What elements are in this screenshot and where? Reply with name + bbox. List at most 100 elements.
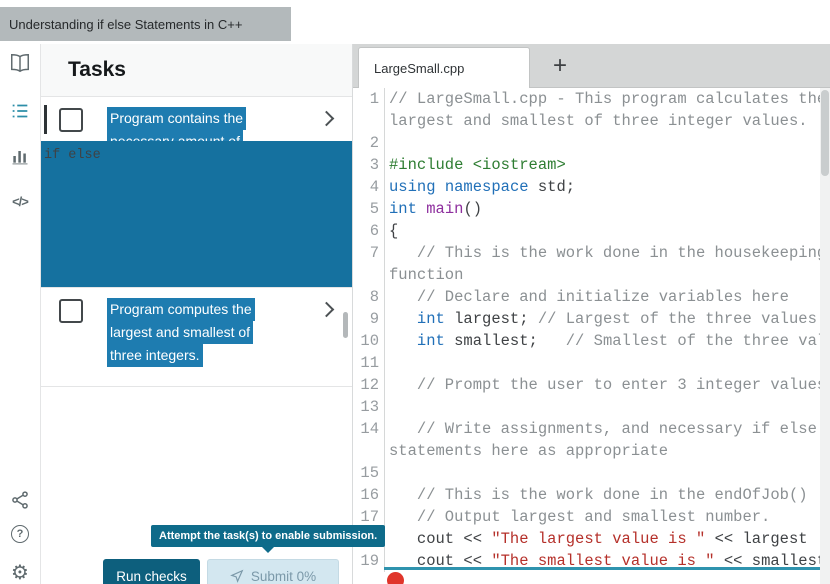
code-text: // This is the work done in the housekee… <box>384 242 821 264</box>
task-list: Program contains thenecessary amount ofi… <box>41 96 515 387</box>
code-line[interactable]: 16 // This is the work done in the endOf… <box>353 484 821 506</box>
code-line[interactable]: 3 #include <iostream> <box>353 154 821 176</box>
submit-label: Submit 0% <box>250 568 317 584</box>
code-text: { <box>384 220 821 242</box>
code-editor: LargeSmall.cpp + 1 // LargeSmall.cpp - Th… <box>352 44 830 584</box>
chevron-right-icon[interactable] <box>318 301 335 318</box>
code-text: using namespace std; <box>384 176 821 198</box>
editor-tab-bar: LargeSmall.cpp + <box>353 44 830 88</box>
code-line[interactable]: statements here as appropriate <box>353 440 821 462</box>
help-icon[interactable]: ? <box>0 521 40 547</box>
tasks-icon[interactable] <box>0 98 40 124</box>
tasks-scrollbar-thumb[interactable] <box>343 312 348 338</box>
tasks-title: Tasks <box>68 58 126 81</box>
chevron-right-icon[interactable] <box>318 110 335 127</box>
line-number: 7 <box>369 244 379 262</box>
tasks-panel: Tasks Program contains thenecessary amou… <box>41 44 515 584</box>
line-number <box>353 264 384 286</box>
code-area[interactable]: 1 // LargeSmall.cpp - This program calcul… <box>353 88 821 584</box>
highlighted-text: three integers. <box>107 344 203 367</box>
code-line[interactable]: 18 cout << "The largest value is " << la… <box>353 528 821 550</box>
run-checks-button[interactable]: Run checks <box>103 559 200 584</box>
line-number: 3 <box>369 156 379 174</box>
task-description-line: Program computes the <box>107 298 299 321</box>
code-line[interactable]: 7 // This is the work done in the housek… <box>353 242 821 264</box>
code-line[interactable]: 14 // Write assignments, and necessary i… <box>353 418 821 440</box>
code-text: // Write assignments, and necessary if e… <box>384 418 821 440</box>
page-scrollbar[interactable] <box>820 88 830 584</box>
code-text: // Output largest and smallest number. <box>384 506 821 528</box>
line-number: 15 <box>360 464 379 482</box>
run-checks-label: Run checks <box>116 568 187 584</box>
task-description-line: if else statements <box>41 141 515 287</box>
tab-largesmall-cpp[interactable]: LargeSmall.cpp <box>358 47 530 88</box>
line-number: 10 <box>360 332 379 350</box>
highlighted-text: Program computes the <box>107 298 255 321</box>
code-line[interactable]: 8 // Declare and initialize variables he… <box>353 286 821 308</box>
code-line[interactable]: 17 // Output largest and smallest number… <box>353 506 821 528</box>
code-line[interactable]: function <box>353 264 821 286</box>
code-line[interactable]: 9 int largest; // Largest of the three v… <box>353 308 821 330</box>
error-icon <box>387 572 404 584</box>
code-text: // Prompt the user to enter 3 integer va… <box>384 374 821 396</box>
highlighted-text: Program contains the <box>107 107 247 130</box>
code-line[interactable]: 12 // Prompt the user to enter 3 integer… <box>353 374 821 396</box>
code-text: // LargeSmall.cpp - This program calcula… <box>384 88 821 110</box>
gear-icon-glyph: ⚙ <box>11 562 29 584</box>
book-icon[interactable] <box>0 50 40 76</box>
line-number: 16 <box>360 486 379 504</box>
code-line[interactable]: 1 // LargeSmall.cpp - This program calcul… <box>353 88 821 110</box>
line-number <box>353 440 384 462</box>
code-line[interactable]: 5 int main() <box>353 198 821 220</box>
line-number: 11 <box>360 354 379 372</box>
new-tab-button[interactable]: + <box>545 44 575 88</box>
code-icon-glyph: </> <box>12 193 29 209</box>
tooltip-text: Attempt the task(s) to enable submission… <box>159 530 378 542</box>
highlighted-text: largest and smallest of <box>107 321 254 344</box>
task-row[interactable]: Program computes the largest and smallest… <box>41 287 352 387</box>
results-panel-divider <box>384 567 830 570</box>
tab-label: LargeSmall.cpp <box>374 60 465 76</box>
line-number: 14 <box>360 420 379 438</box>
line-number: 2 <box>369 134 379 152</box>
bar-chart-icon[interactable] <box>0 143 40 169</box>
share-icon[interactable] <box>0 487 40 513</box>
submission-tooltip: Attempt the task(s) to enable submission… <box>151 525 386 553</box>
line-number: 19 <box>360 552 379 570</box>
code-text: // Declare and initialize variables here <box>384 286 821 308</box>
code-text: statements here as appropriate <box>384 440 821 462</box>
line-number <box>353 110 384 132</box>
code-text <box>384 132 821 154</box>
code-line[interactable]: largest and smallest of three integer va… <box>353 110 821 132</box>
line-number: 9 <box>369 310 379 328</box>
code-text: // This is the work done in the endOfJob… <box>384 484 821 506</box>
task-description-line: Program contains the <box>107 107 299 130</box>
code-line[interactable]: 10 int smallest; // Smallest of the thre… <box>353 330 821 352</box>
task-description-line: three integers. <box>107 344 299 367</box>
code-line[interactable]: 2 <box>353 132 821 154</box>
task-checkbox[interactable] <box>59 108 83 132</box>
app: Understanding if else Statements in C++ … <box>0 0 830 584</box>
task-checkbox[interactable] <box>59 299 83 323</box>
line-number: 12 <box>360 376 379 394</box>
code-line[interactable]: 4 using namespace std; <box>353 176 821 198</box>
submit-button[interactable]: Submit 0% <box>207 559 339 584</box>
code-text: #include <iostream> <box>384 154 821 176</box>
code-line[interactable]: 15 <box>353 462 821 484</box>
send-icon <box>229 569 244 583</box>
line-number: 5 <box>369 200 379 218</box>
plus-icon: + <box>552 52 567 79</box>
line-number: 13 <box>360 398 379 416</box>
code-line[interactable]: 11 <box>353 352 821 374</box>
task-row[interactable]: Program contains thenecessary amount ofi… <box>41 96 515 287</box>
lesson-title-bar: Understanding if else Statements in C++ <box>0 7 291 41</box>
code-line[interactable]: 6{ <box>353 220 821 242</box>
page-scrollbar-thumb[interactable] <box>821 90 829 176</box>
code-line[interactable]: 13 <box>353 396 821 418</box>
code-text: function <box>384 264 821 286</box>
code-icon[interactable]: </> <box>0 188 40 214</box>
sidebar: </> ? ⚙ <box>0 44 41 584</box>
gear-icon[interactable]: ⚙ <box>0 560 40 584</box>
code-text: largest and smallest of three integer va… <box>384 110 821 132</box>
line-number: 8 <box>369 288 379 306</box>
